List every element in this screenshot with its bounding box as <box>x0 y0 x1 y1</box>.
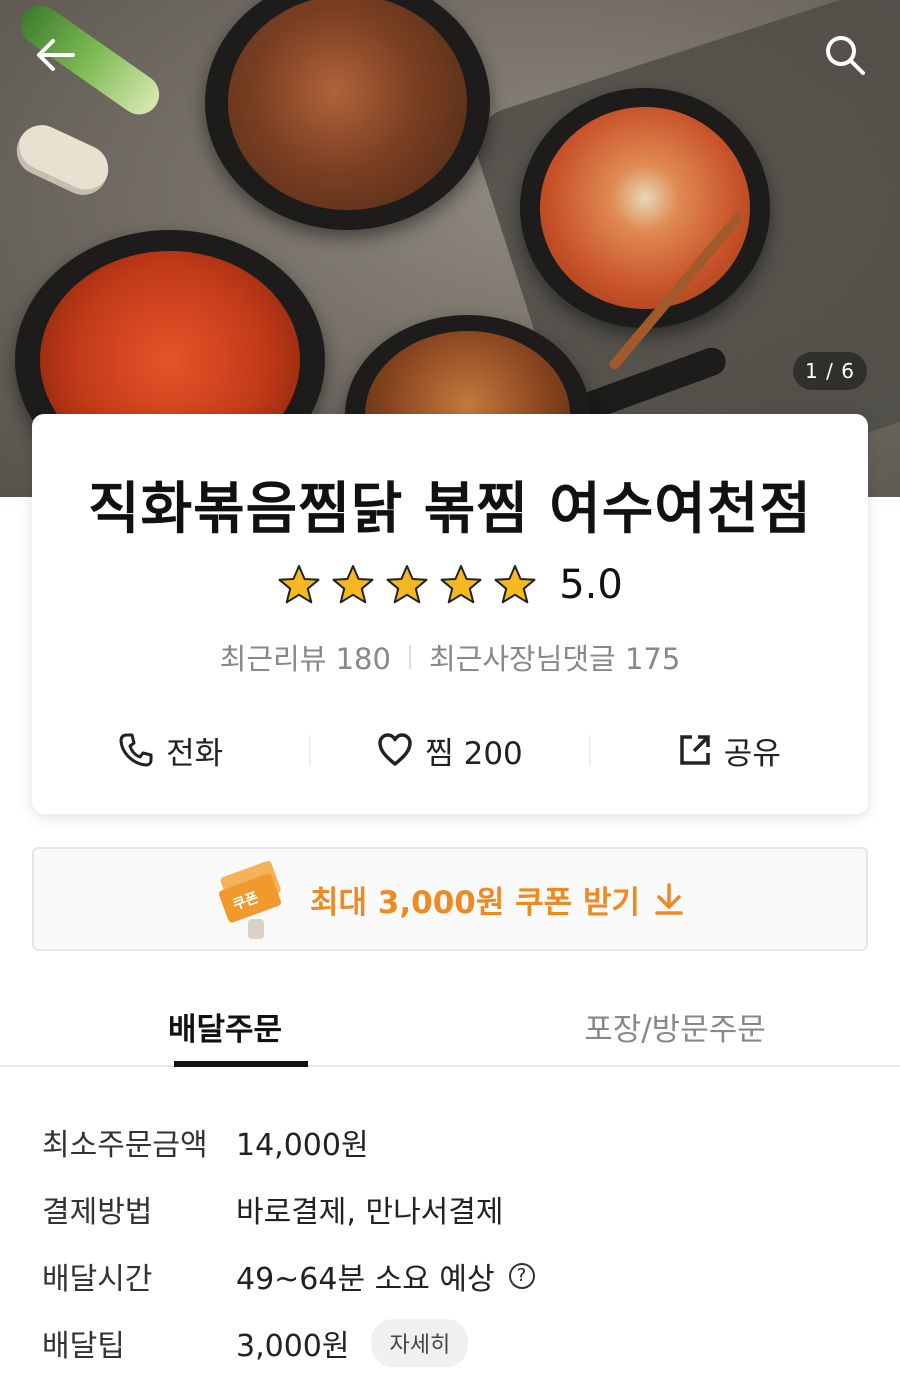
tab-pickup-order[interactable]: 포장/방문주문 <box>450 990 900 1065</box>
download-arrow-icon <box>655 883 683 915</box>
review-stats[interactable]: 최근리뷰 180 최근사장님댓글 175 <box>32 636 868 678</box>
payment-value: 바로결제, 만나서결제 <box>236 1194 504 1230</box>
favorite-label: 찜 200 <box>425 735 523 772</box>
rice-cake-decoration <box>8 117 117 203</box>
store-actions: 전화 찜 200 공유 <box>32 720 868 780</box>
tab-delivery-order[interactable]: 배달주문 <box>0 990 450 1067</box>
active-tab-indicator <box>174 1061 308 1067</box>
image-page-counter: 1 / 6 <box>793 352 867 390</box>
share-label: 공유 <box>723 735 781 772</box>
food-pan <box>205 0 490 230</box>
share-icon <box>680 735 710 765</box>
recent-review-count[interactable]: 최근리뷰 180 <box>220 636 391 678</box>
food-pan <box>520 88 770 328</box>
favorite-button[interactable]: 찜 200 <box>311 728 588 773</box>
delivery-time-value-wrap: 49~64분 소요 예상 ? <box>236 1254 535 1298</box>
delivery-tip-row: 배달팁 3,000원 자세히 <box>42 1309 862 1376</box>
payment-row: 결제방법 바로결제, 만나서결제 <box>42 1175 862 1242</box>
store-info-card: 직화볶음찜닭 볶찜 여수여천점 5.0 최근리뷰 180 최근사장님댓글 175… <box>32 414 868 814</box>
delivery-tip-value: 3,000원 <box>236 1328 350 1364</box>
review-divider <box>408 645 411 669</box>
store-name: 직화볶음찜닭 볶찜 여수여천점 <box>88 477 812 542</box>
rating-row[interactable]: 5.0 <box>32 562 868 608</box>
order-type-tabs: 배달주문 포장/방문주문 <box>0 990 900 1067</box>
tab-label: 포장/방문주문 <box>584 1012 766 1048</box>
coupon-label: 최대 3,000원 쿠폰 받기 <box>309 884 641 921</box>
call-button[interactable]: 전화 <box>32 728 309 773</box>
owner-reply-count[interactable]: 최근사장님댓글 175 <box>429 636 680 678</box>
star-icon <box>278 565 320 604</box>
tab-label: 배달주문 <box>167 1012 283 1048</box>
share-button[interactable]: 공유 <box>591 728 868 773</box>
delivery-time-label: 배달시간 <box>42 1261 153 1297</box>
coupon-ticket-icon: 쿠폰 <box>218 861 281 939</box>
star-icon <box>332 565 374 604</box>
delivery-time-row: 배달시간 49~64분 소요 예상 ? <box>42 1242 862 1309</box>
rating-value: 5.0 <box>559 562 623 608</box>
phone-icon <box>119 733 153 767</box>
min-order-label: 최소주문금액 <box>42 1127 208 1163</box>
star-rating <box>277 563 537 607</box>
call-label: 전화 <box>166 735 224 772</box>
heart-icon <box>378 733 412 766</box>
delivery-tip-detail-button[interactable]: 자세히 <box>371 1318 469 1367</box>
star-icon <box>440 565 482 604</box>
search-button[interactable] <box>815 25 875 85</box>
delivery-tip-value-wrap: 3,000원 자세히 <box>236 1318 469 1367</box>
search-icon <box>826 36 865 75</box>
delivery-time-value: 49~64분 소요 예상 <box>236 1261 495 1297</box>
back-arrow-icon <box>37 39 75 71</box>
payment-label: 결제방법 <box>42 1194 153 1230</box>
delivery-info: 최소주문금액 14,000원 결제방법 바로결제, 만나서결제 배달시간 49~… <box>42 1108 862 1376</box>
star-icon <box>494 565 536 604</box>
min-order-row: 최소주문금액 14,000원 <box>42 1108 862 1175</box>
coupon-download-banner[interactable]: 쿠폰 최대 3,000원 쿠폰 받기 <box>32 847 868 951</box>
min-order-value: 14,000원 <box>236 1127 369 1163</box>
star-icon <box>386 565 428 604</box>
back-button[interactable] <box>25 25 85 85</box>
delivery-tip-label: 배달팁 <box>42 1328 125 1364</box>
help-icon[interactable]: ? <box>508 1262 535 1289</box>
